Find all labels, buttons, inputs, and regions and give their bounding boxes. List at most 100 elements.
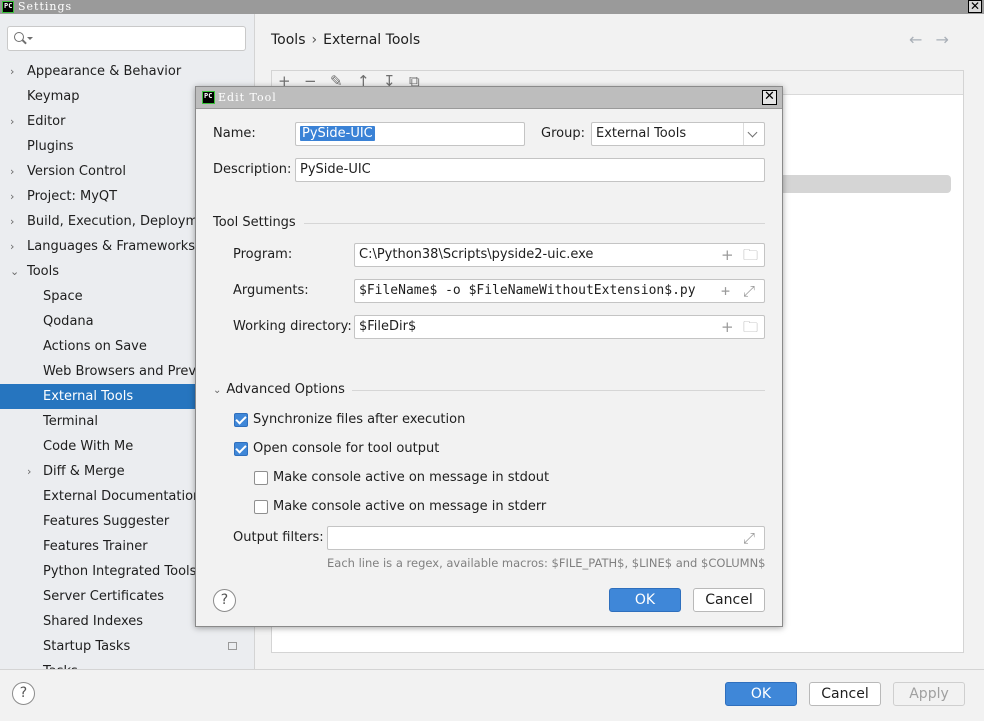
program-field[interactable]: C:\Python38\Scripts\pyside2-uic.exe + 🗀: [354, 243, 765, 267]
chevron-right-icon[interactable]: ›: [10, 209, 14, 234]
sidebar-item-label: Web Browsers and Preview: [43, 364, 219, 379]
window-close-button[interactable]: ✕: [968, 0, 982, 13]
sidebar-item-label: Editor: [27, 114, 66, 129]
chevron-right-icon[interactable]: ›: [27, 659, 31, 669]
advanced-options-toggle[interactable]: ⌄ Advanced Options: [213, 381, 345, 400]
breadcrumb-root[interactable]: Tools: [271, 32, 306, 48]
sidebar-item-label: Qodana: [43, 314, 94, 329]
sidebar-item-startup-tasks[interactable]: Startup Tasks: [0, 634, 254, 659]
sidebar-item-label: Startup Tasks: [43, 639, 131, 654]
window-title-bar: PC Settings ✕: [0, 0, 984, 14]
insert-macro-icon[interactable]: +: [721, 280, 730, 302]
program-value: C:\Python38\Scripts\pyside2-uic.exe: [359, 247, 594, 262]
dialog-title-bar: PC Edit Tool ✕: [196, 87, 782, 109]
sidebar-item-label: Features Trainer: [43, 539, 148, 554]
sidebar-item-label: Languages & Frameworks: [27, 239, 196, 254]
name-label: Name:: [213, 126, 256, 141]
sidebar-item-label: Server Certificates: [43, 589, 165, 604]
output-filters-label: Output filters:: [233, 530, 324, 545]
sidebar-item-label: External Documentation: [43, 489, 202, 504]
stderr-active-checkbox[interactable]: [254, 500, 268, 514]
chevron-right-icon[interactable]: ›: [10, 109, 14, 134]
sidebar-item-label: Version Control: [27, 164, 126, 179]
sidebar-item-label: External Tools: [43, 389, 134, 404]
sidebar-item-label: Plugins: [27, 139, 74, 154]
sidebar-item-tasks[interactable]: › Tasks: [0, 659, 254, 669]
chevron-down-icon: ⌄: [213, 385, 222, 396]
program-label: Program:: [233, 247, 293, 262]
group-value: External Tools: [596, 126, 687, 141]
group-select[interactable]: External Tools: [591, 122, 765, 146]
tool-settings-heading: Tool Settings: [213, 215, 296, 230]
open-console-checkbox[interactable]: [234, 442, 248, 456]
stdout-active-label[interactable]: Make console active on message in stdout: [273, 469, 549, 487]
group-label: Group:: [541, 126, 585, 141]
sidebar-item-label: Python Integrated Tools: [43, 564, 197, 579]
sidebar-item-appearance-behavior[interactable]: › Appearance & Behavior: [0, 59, 254, 84]
sidebar-item-label: Actions on Save: [43, 339, 147, 354]
stderr-active-label[interactable]: Make console active on message in stderr: [273, 498, 546, 516]
selected-tool-row[interactable]: [756, 175, 951, 193]
output-filters-hint: Each line is a regex, available macros: …: [327, 556, 766, 570]
sidebar-item-label: Terminal: [43, 414, 98, 429]
arguments-field[interactable]: $FileName$ -o $FileNameWithoutExtension$…: [354, 279, 765, 303]
folder-icon[interactable]: 🗀: [743, 316, 758, 338]
output-filters-field[interactable]: ⤢: [327, 526, 765, 550]
dialog-close-button[interactable]: ✕: [762, 90, 777, 105]
folder-icon[interactable]: 🗀: [743, 244, 758, 266]
chevron-right-icon[interactable]: ›: [27, 459, 31, 484]
name-field[interactable]: PySide-UIC: [295, 122, 525, 146]
chevron-down-icon: [747, 127, 758, 138]
search-options-icon[interactable]: [27, 37, 33, 40]
sidebar-item-label: Tasks: [43, 659, 78, 669]
window-title: Settings: [18, 0, 73, 13]
working-directory-value: $FileDir$: [359, 319, 417, 334]
sidebar-item-label: Appearance & Behavior: [27, 64, 182, 79]
sidebar-item-label: Features Suggester: [43, 514, 170, 529]
sync-files-checkbox[interactable]: [234, 413, 248, 427]
dialog-help-button[interactable]: ?: [213, 589, 236, 612]
insert-macro-icon[interactable]: +: [721, 316, 734, 338]
working-directory-field[interactable]: $FileDir$ + 🗀: [354, 315, 765, 339]
settings-footer: ? OK Cancel Apply: [0, 669, 984, 721]
app-logo-icon: PC: [202, 91, 215, 104]
back-arrow-icon[interactable]: ←: [909, 30, 922, 49]
sidebar-item-label: Shared Indexes: [43, 614, 144, 629]
advanced-options-divider: [352, 390, 765, 391]
stdout-active-checkbox[interactable]: [254, 471, 268, 485]
ok-button[interactable]: OK: [725, 682, 797, 706]
working-directory-label: Working directory:: [233, 319, 352, 334]
dialog-cancel-button[interactable]: Cancel: [693, 588, 765, 612]
chevron-right-icon[interactable]: ›: [10, 59, 14, 84]
search-input[interactable]: [7, 26, 246, 51]
description-field[interactable]: PySide-UIC: [295, 158, 765, 182]
cancel-button[interactable]: Cancel: [809, 682, 881, 706]
sidebar-item-label: Keymap: [27, 89, 80, 104]
chevron-down-icon[interactable]: ⌄: [10, 259, 19, 284]
chevron-right-icon[interactable]: ›: [10, 234, 14, 259]
search-icon: [14, 32, 24, 42]
sidebar-item-label: Project: MyQT: [27, 189, 118, 204]
arguments-label: Arguments:: [233, 283, 309, 298]
dialog-ok-button[interactable]: OK: [609, 588, 681, 612]
name-value: PySide-UIC: [300, 126, 375, 141]
insert-macro-icon[interactable]: +: [721, 244, 734, 266]
forward-arrow-icon[interactable]: →: [936, 30, 949, 49]
dialog-title: Edit Tool: [218, 91, 277, 104]
expand-icon[interactable]: ⤢: [743, 527, 755, 549]
advanced-options-heading: Advanced Options: [226, 382, 345, 397]
expand-icon[interactable]: ⤢: [743, 280, 755, 302]
sidebar-item-label: Build, Execution, Deployment: [27, 214, 220, 229]
breadcrumb-current: External Tools: [323, 32, 421, 48]
app-logo-icon: PC: [2, 1, 14, 13]
project-settings-icon: [228, 642, 237, 650]
sidebar-item-label: Tools: [27, 264, 60, 279]
description-label: Description:: [213, 162, 292, 177]
breadcrumb: Tools › External Tools: [271, 30, 420, 50]
chevron-right-icon[interactable]: ›: [10, 184, 14, 209]
apply-button[interactable]: Apply: [893, 682, 965, 706]
sync-files-label[interactable]: Synchronize files after execution: [253, 411, 465, 429]
chevron-right-icon[interactable]: ›: [10, 159, 14, 184]
help-button[interactable]: ?: [12, 682, 35, 705]
open-console-label[interactable]: Open console for tool output: [253, 440, 439, 458]
